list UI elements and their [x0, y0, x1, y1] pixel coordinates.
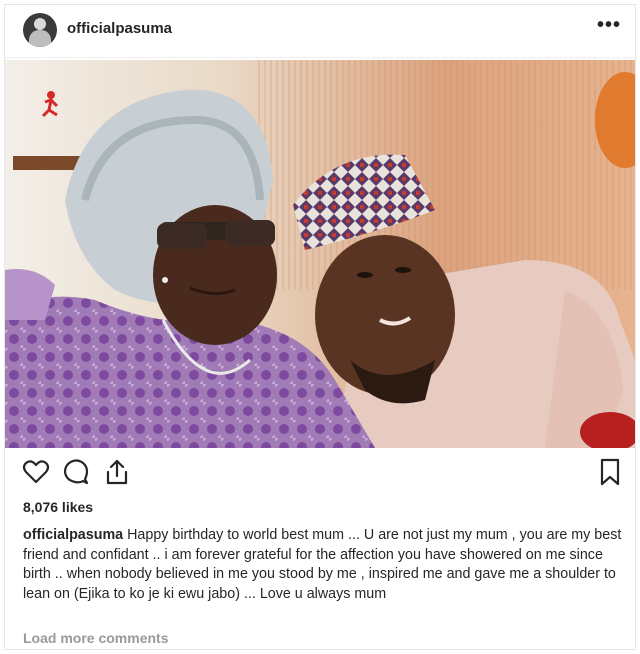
more-horizontal-icon[interactable]: •••: [597, 14, 621, 37]
post-header: officialpasuma •••: [5, 5, 635, 58]
avatar[interactable]: [23, 13, 57, 47]
comment-icon[interactable]: [61, 457, 91, 487]
post-card: officialpasuma ••• 8,076 likes officialp…: [4, 4, 636, 650]
caption: officialpasuma Happy birthday to world be…: [23, 526, 623, 604]
likes-count[interactable]: 8,076 likes: [23, 499, 93, 515]
bookmark-icon[interactable]: [595, 457, 625, 487]
post-username[interactable]: officialpasuma: [67, 20, 172, 37]
post-photo[interactable]: [5, 60, 635, 448]
load-more-comments-link[interactable]: Load more comments: [23, 630, 168, 646]
caption-username[interactable]: officialpasuma: [23, 527, 123, 543]
action-bar: [5, 457, 635, 493]
share-icon[interactable]: [102, 457, 132, 487]
heart-icon[interactable]: [21, 457, 51, 487]
